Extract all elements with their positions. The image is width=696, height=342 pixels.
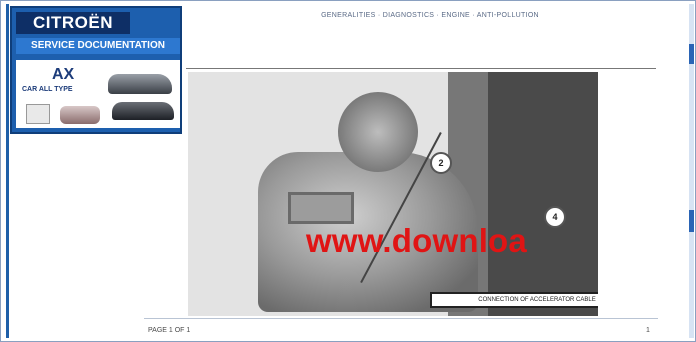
logo-panel[interactable]: CITROËN SERVICE DOCUMENTATION AX CAR ALL…: [10, 6, 182, 134]
model-subtitle: CAR ALL TYPE: [22, 86, 73, 93]
top-navigation-text[interactable]: GENERALITIES · DIAGNOSTICS · ENGINE · AN…: [260, 12, 600, 24]
left-border: [6, 4, 9, 338]
scroll-thumb[interactable]: [689, 44, 694, 64]
figure-rail: [288, 192, 354, 224]
logo-content-box: AX CAR ALL TYPE: [16, 60, 180, 128]
figure-caption-box: CONNECTION OF ACCELERATOR CABLE: [430, 292, 598, 308]
content-divider-bottom: [144, 318, 658, 319]
status-page-text: PAGE 1 OF 1: [148, 327, 191, 334]
model-name: AX: [52, 66, 75, 83]
logo-subtitle: SERVICE DOCUMENTATION: [16, 38, 180, 54]
status-right-text: 1: [646, 327, 650, 334]
car-dark-image-icon: [112, 102, 174, 120]
brand-logo-text: CITROËN: [16, 12, 130, 34]
car-small-image-icon: [60, 106, 100, 124]
technical-figure: 2 4 CONNECTION OF ACCELERATOR CABLE: [188, 72, 598, 316]
figure-component-top: [338, 92, 418, 172]
vertical-scrollbar[interactable]: [689, 4, 694, 338]
content-divider-top: [186, 68, 656, 69]
callout-2: 2: [430, 152, 452, 174]
watermark-text: www.downloa: [306, 222, 527, 259]
car-image-icon: [108, 74, 172, 94]
figure-dark-panel: [488, 72, 598, 316]
document-icon: [26, 104, 50, 124]
